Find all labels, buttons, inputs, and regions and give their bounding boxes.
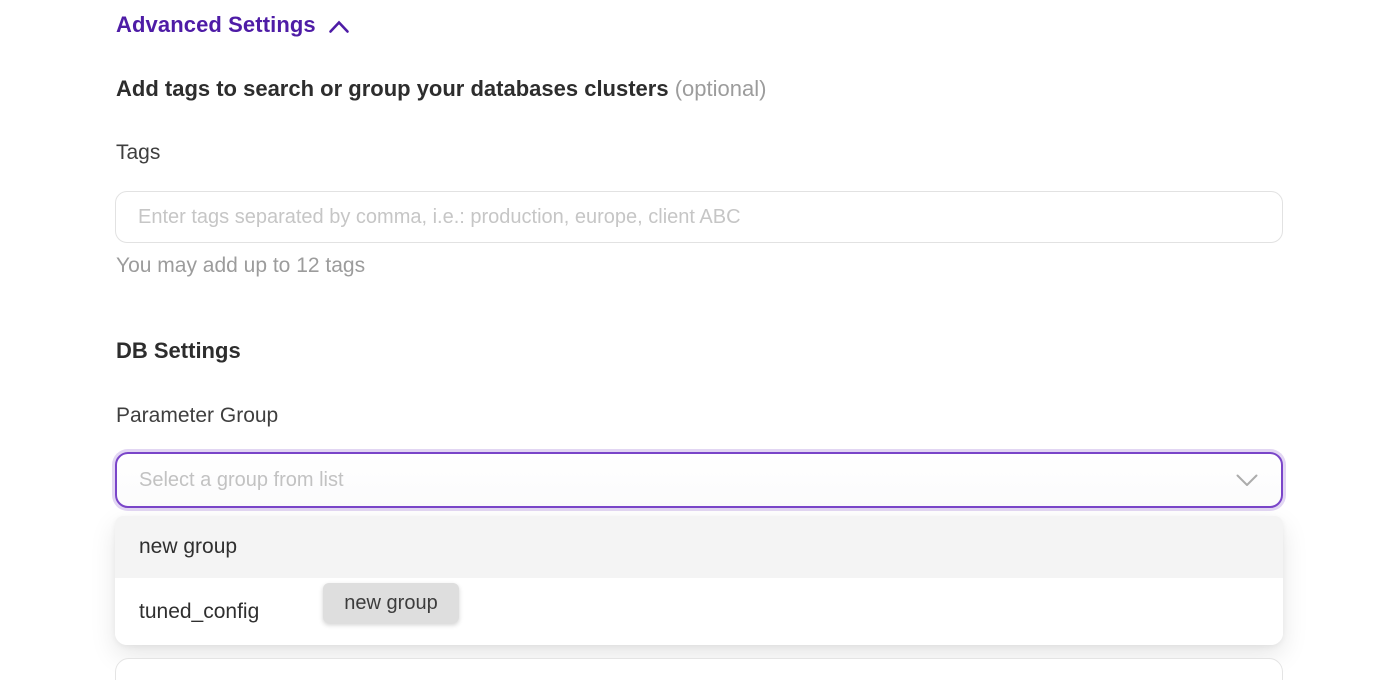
advanced-settings-toggle[interactable]: Advanced Settings xyxy=(116,12,350,38)
parameter-group-dropdown: new group tuned_config xyxy=(115,516,1283,645)
tags-helper-text: You may add up to 12 tags xyxy=(116,254,365,278)
parameter-group-label: Parameter Group xyxy=(116,404,278,428)
advanced-settings-label: Advanced Settings xyxy=(116,12,316,38)
tags-heading-text: Add tags to search or group your databas… xyxy=(116,76,669,101)
tags-section-heading: Add tags to search or group your databas… xyxy=(116,76,766,102)
dropdown-option-tuned-config[interactable]: tuned_config xyxy=(115,578,1283,645)
parameter-group-select[interactable]: Select a group from list xyxy=(115,452,1283,508)
parameter-group-select-placeholder: Select a group from list xyxy=(139,469,1235,492)
chevron-down-icon xyxy=(1235,473,1259,488)
tags-label: Tags xyxy=(116,141,160,165)
bottom-section-card: Manage Group settings xyxy=(115,658,1283,680)
tags-heading-optional: (optional) xyxy=(675,76,767,101)
db-settings-heading: DB Settings xyxy=(116,338,241,364)
chevron-up-icon xyxy=(328,16,350,34)
tags-input[interactable] xyxy=(115,191,1283,243)
advanced-settings-panel: Advanced Settings Add tags to search or … xyxy=(0,0,1388,680)
option-tooltip: new group xyxy=(323,583,459,623)
dropdown-option-new-group[interactable]: new group xyxy=(115,516,1283,578)
